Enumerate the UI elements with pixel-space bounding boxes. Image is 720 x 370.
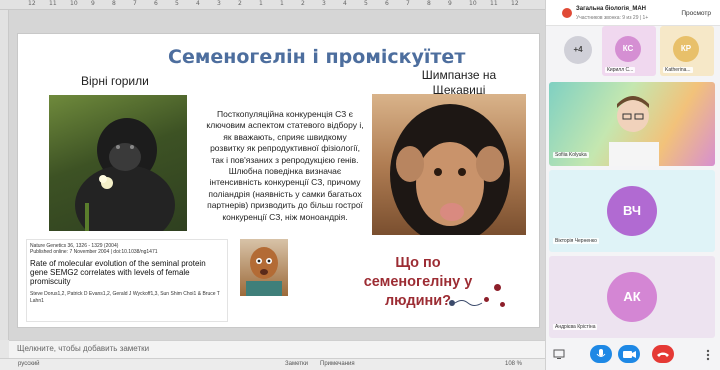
participant-tile[interactable]: КС Кирилл С...	[602, 26, 656, 76]
publication-info: Published online: 7 November 2004 | doi:…	[30, 249, 158, 255]
app-window: 12 11 10 9 8 7 6 5 4 3 2 1 1 2 3 4 5 6 7 8 9 10 11 12 Семеногел…	[0, 0, 720, 370]
ruler-tick-label: 9	[448, 0, 452, 7]
ruler-tick-label: 4	[343, 0, 347, 7]
participant-count: Участников звонка: 9 из 29 | 1+	[576, 15, 649, 21]
ruler-tick-label: 5	[175, 0, 179, 7]
status-bar: русский Заметки Примечания 108 %	[0, 358, 545, 370]
view-button[interactable]: Просмотр	[681, 10, 711, 17]
vertical-ruler	[0, 10, 9, 340]
ruler-tick-label: 3	[322, 0, 326, 7]
call-title: Загальна біологія_МАН	[576, 6, 647, 12]
call-header: Загальна біологія_МАН Участников звонка:…	[546, 0, 720, 26]
decor-dot	[484, 297, 489, 302]
screen-share-icon[interactable]	[553, 348, 565, 360]
participant-avatar: АК	[607, 272, 657, 322]
video-call-panel: Загальна біологія_МАН Участников звонка:…	[545, 0, 720, 370]
camera-icon	[623, 351, 636, 358]
ruler-tick-label: 1	[259, 0, 263, 7]
decor-dot	[494, 284, 501, 291]
more-options-icon[interactable]	[702, 349, 714, 361]
participant-avatar: КР	[673, 36, 699, 62]
slide[interactable]: Семеногелін і проміскуїтет Вірні горили …	[17, 33, 540, 328]
slide-editor: Семеногелін і проміскуїтет Вірні горили …	[9, 10, 545, 340]
ruler-tick-label: 2	[301, 0, 305, 7]
ruler-tick-label: 11	[490, 0, 498, 7]
article-excerpt[interactable]: Nature Genetics 36, 1326 - 1329 (2004) P…	[26, 239, 228, 322]
comments-button[interactable]: Примечания	[320, 361, 355, 367]
ruler-tick-label: 2	[238, 0, 242, 7]
ruler-tick-label: 6	[154, 0, 158, 7]
microphone-icon	[596, 349, 606, 357]
microphone-button[interactable]	[590, 345, 612, 363]
ruler-tick-label: 10	[70, 0, 78, 7]
meeting-logo-icon	[562, 8, 572, 18]
participant-tile[interactable]: АК Андрієва Крістіна	[549, 256, 715, 338]
camera-button[interactable]	[618, 345, 640, 363]
participant-avatar: КС	[615, 36, 641, 62]
language-indicator[interactable]: русский	[18, 361, 40, 367]
ruler-tick-label: 10	[469, 0, 477, 7]
horizontal-ruler: 12 11 10 9 8 7 6 5 4 3 2 1 1 2 3 4 5 6 7 8 9 10 11 12	[0, 0, 545, 10]
ruler-tick-label: 8	[112, 0, 116, 7]
participant-video-tile[interactable]: Sofiia Kolyuka	[549, 82, 715, 166]
participant-name: Sofiia Kolyuka	[553, 152, 589, 158]
gorilla-photo[interactable]	[49, 95, 187, 231]
participant-name: Андрієва Крістіна	[553, 324, 598, 330]
decor-dot	[500, 302, 505, 307]
slide-body-text[interactable]: Посткопуляційна конкуренція СЗ є ключови…	[206, 109, 364, 223]
ruler-tick-label: 6	[385, 0, 389, 7]
zoom-level[interactable]: 108 %	[505, 361, 522, 367]
gorilla-label[interactable]: Вірні горили	[81, 74, 149, 88]
orangutan-photo[interactable]	[240, 239, 288, 296]
participant-name: Katherina...	[663, 67, 693, 73]
article-title: Rate of molecular evolution of the semin…	[30, 259, 206, 286]
participant-avatar: ВЧ	[607, 186, 657, 236]
ruler-tick-label: 1	[280, 0, 284, 7]
ruler-tick-label: 5	[364, 0, 368, 7]
slide-title[interactable]: Семеногелін і проміскуїтет	[168, 46, 465, 68]
ruler-tick-label: 11	[49, 0, 57, 7]
participant-name: Вікторія Черненко	[553, 238, 599, 244]
ruler-tick-label: 12	[511, 0, 519, 7]
ruler-tick-label: 9	[91, 0, 95, 7]
notes-pane[interactable]: Щелкните, чтобы добавить заметки	[9, 340, 545, 358]
sperm-icon	[449, 300, 483, 306]
phone-icon	[657, 352, 669, 357]
article-authors: Steve Dorus1,2, Patrick D Evans1,2, Gera…	[30, 291, 220, 304]
hang-up-button[interactable]	[652, 345, 674, 363]
ruler-tick-label: 4	[196, 0, 200, 7]
chimpanzee-photo[interactable]	[372, 94, 526, 235]
ruler-tick-label: 12	[28, 0, 36, 7]
participant-tile[interactable]: КР Katherina...	[660, 26, 714, 76]
participant-name: Кирилл С...	[605, 67, 636, 73]
ruler-tick-label: 8	[427, 0, 431, 7]
ruler-tick-label: 7	[133, 0, 137, 7]
notes-button[interactable]: Заметки	[285, 361, 308, 367]
participant-tile[interactable]: ВЧ Вікторія Черненко	[549, 170, 715, 252]
ruler-tick-label: 3	[217, 0, 221, 7]
more-participants-button[interactable]: +4	[564, 36, 592, 64]
ruler-tick-label: 7	[406, 0, 410, 7]
